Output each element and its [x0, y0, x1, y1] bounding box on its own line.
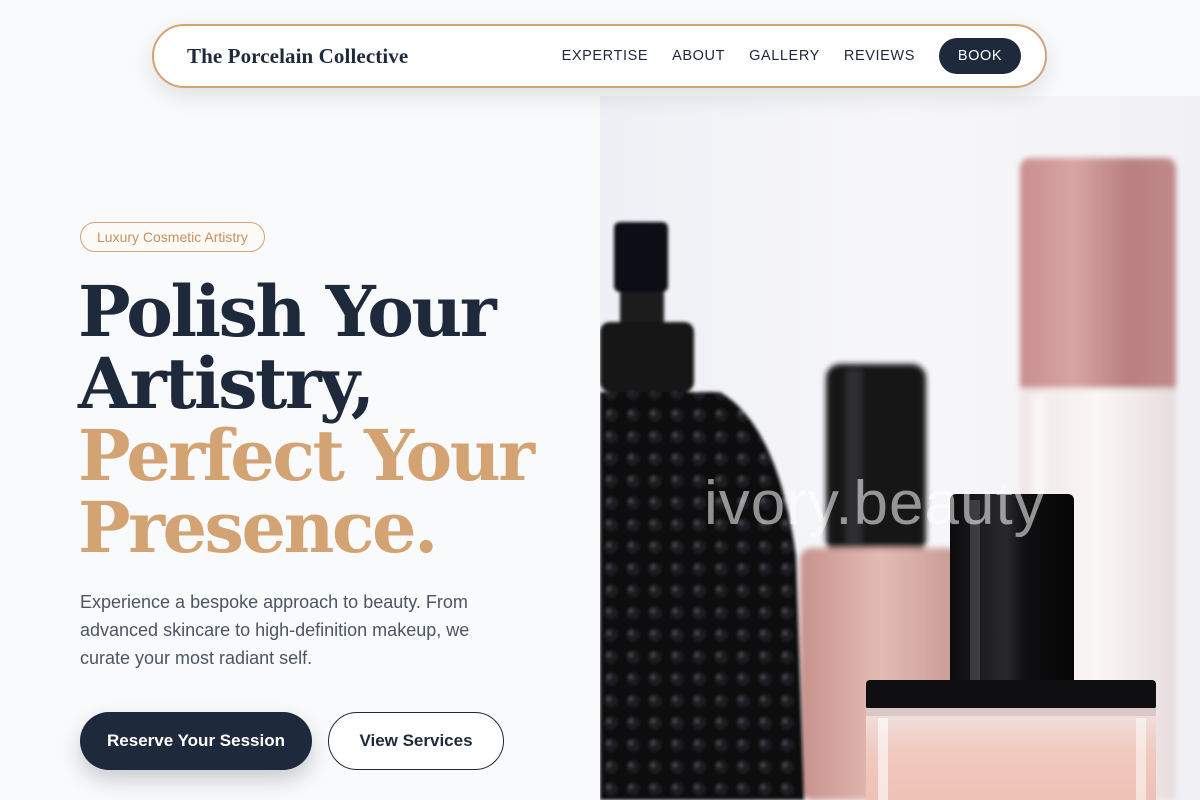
hero-headline: Polish Your Artistry, Perfect Your Prese…: [78, 276, 598, 564]
nav-link-gallery[interactable]: GALLERY: [749, 48, 820, 64]
brand-logo[interactable]: The Porcelain Collective: [187, 44, 408, 69]
view-services-button[interactable]: View Services: [328, 712, 504, 770]
book-button[interactable]: BOOK: [939, 38, 1021, 74]
headline-line-1: Polish Your: [78, 270, 497, 353]
hero-description: Experience a bespoke approach to beauty.…: [80, 592, 470, 668]
headline-line-2: Artistry,: [78, 342, 375, 425]
category-tag: Luxury Cosmetic Artistry: [80, 222, 265, 252]
navbar: The Porcelain Collective EXPERTISE ABOUT…: [152, 24, 1047, 88]
nav-links: EXPERTISE ABOUT GALLERY REVIEWS BOOK: [562, 38, 1021, 74]
reserve-session-button[interactable]: Reserve Your Session: [80, 712, 312, 770]
headline-line-4: Presence.: [78, 486, 438, 569]
nav-link-expertise[interactable]: EXPERTISE: [562, 48, 649, 64]
hero-image: ivory.beauty: [600, 96, 1200, 800]
nav-link-about[interactable]: ABOUT: [672, 48, 725, 64]
headline-line-3: Perfect Your: [78, 414, 535, 497]
cosmetic-bottles-photo: [600, 96, 1200, 800]
nav-link-reviews[interactable]: REVIEWS: [844, 48, 915, 64]
